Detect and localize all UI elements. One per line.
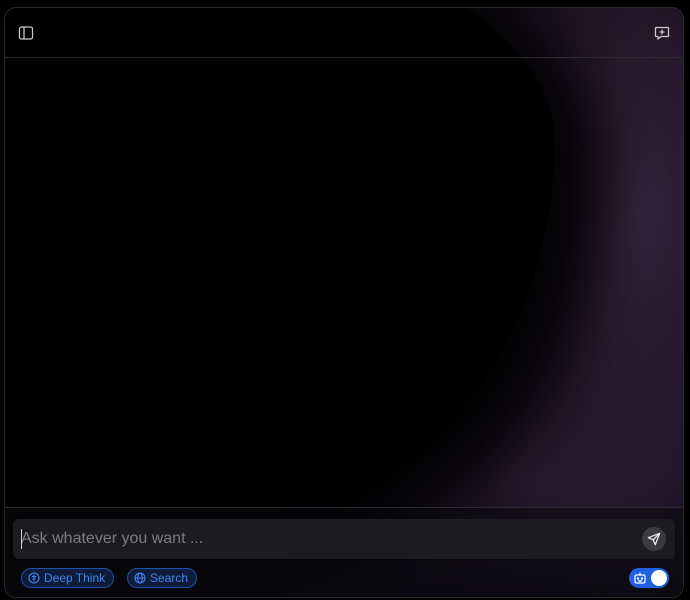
deep-think-toggle[interactable]: Deep Think bbox=[21, 568, 115, 588]
chat-input[interactable] bbox=[21, 519, 621, 559]
background-shape bbox=[5, 8, 555, 548]
brain-icon bbox=[28, 572, 40, 584]
search-toggle[interactable]: Search bbox=[127, 568, 198, 588]
robot-icon bbox=[634, 572, 646, 584]
new-chat-icon bbox=[654, 26, 670, 40]
chat-window: Deep Think Search bbox=[4, 7, 684, 598]
bot-mode-toggle[interactable] bbox=[629, 568, 669, 588]
deep-think-label: Deep Think bbox=[44, 571, 106, 585]
send-icon bbox=[647, 532, 661, 546]
composer-area: Deep Think Search bbox=[5, 507, 683, 597]
toggle-knob bbox=[651, 570, 667, 586]
text-caret bbox=[21, 529, 22, 549]
header-bar bbox=[5, 8, 683, 58]
globe-icon bbox=[134, 572, 146, 584]
sidebar-toggle-button[interactable] bbox=[15, 22, 37, 44]
composer-box bbox=[13, 519, 675, 559]
send-button[interactable] bbox=[642, 527, 666, 551]
new-chat-button[interactable] bbox=[651, 22, 673, 44]
search-label: Search bbox=[150, 571, 189, 585]
sidebar-toggle-icon bbox=[18, 26, 34, 40]
